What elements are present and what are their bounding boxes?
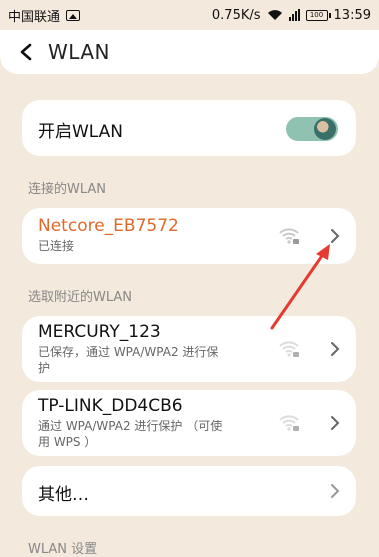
nearby-section-label: 选取附近的WLAN	[28, 290, 133, 305]
wlan-toggle-label: 开启WLAN	[38, 122, 124, 142]
back-arrow-icon[interactable]	[14, 40, 38, 64]
clock: 13:59	[333, 7, 371, 23]
network-security: 通过 WPA/WPA2 进行保护 （可使	[38, 419, 223, 433]
signal-icon	[288, 9, 300, 21]
wifi-lock-icon	[279, 415, 299, 431]
other-network-label: 其他…	[38, 485, 89, 505]
settings-section-label: WLAN 设置	[28, 542, 98, 557]
nearby-network-row[interactable]: TP-LINK_DD4CB6 通过 WPA/WPA2 进行保护 （可使 用 WP…	[22, 390, 356, 456]
wlan-toggle-row[interactable]: 开启WLAN	[22, 100, 356, 156]
battery-level: 100	[309, 11, 324, 19]
battery-icon: 100	[305, 9, 331, 21]
wifi-status-icon	[267, 10, 282, 20]
network-security: 已保存，通过 WPA/WPA2 进行保	[38, 345, 219, 359]
annotation-arrow-icon	[270, 244, 330, 330]
chevron-right-icon[interactable]	[330, 415, 340, 431]
image-notification-icon	[66, 9, 81, 21]
network-name: TP-LINK_DD4CB6	[38, 396, 183, 416]
other-network-row[interactable]: 其他…	[22, 466, 356, 516]
network-name: MERCURY_123	[38, 322, 161, 342]
network-security-cont: 用 WPS ）	[38, 435, 97, 449]
wlan-toggle-switch[interactable]	[286, 117, 338, 141]
carrier-name: 中国联通	[8, 9, 61, 25]
wifi-lock-icon	[279, 341, 299, 357]
connected-section-label: 连接的WLAN	[28, 182, 107, 197]
page-title: WLAN	[48, 40, 111, 64]
header-bar: WLAN	[0, 30, 379, 74]
network-security-cont: 护	[38, 361, 51, 375]
network-speed: 0.75K/s	[211, 7, 261, 23]
chevron-right-icon[interactable]	[330, 341, 340, 357]
connected-network-name: Netcore_EB7572	[38, 216, 179, 236]
status-bar: 中国联通 0.75K/s 100 13:59	[0, 0, 379, 30]
chevron-right-icon[interactable]	[330, 483, 340, 499]
connected-network-status: 已连接	[38, 239, 75, 253]
toggle-knob	[314, 118, 336, 140]
